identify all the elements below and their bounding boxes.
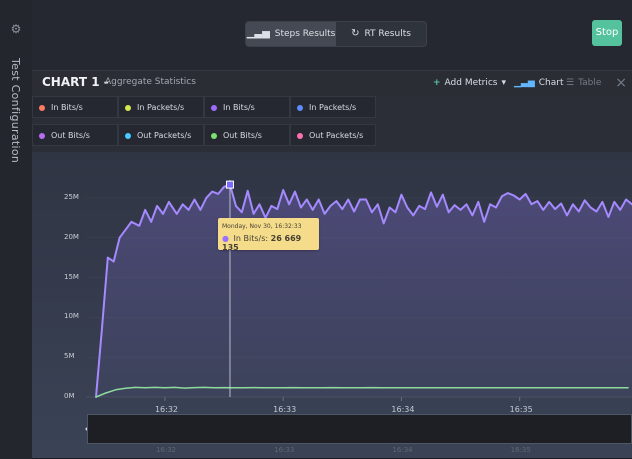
y-tick-label: 25M [64,192,79,201]
x-tick-label: 16:35 [509,405,533,414]
y-tick-label: 10M [64,312,79,321]
time-range-overview[interactable] [87,414,632,444]
x-tick-label: 16:32 [154,405,178,414]
overview-tick-label: 16:34 [392,446,413,454]
y-tick-label: 0M [64,392,75,400]
hover-tooltip: Monday, Nov 30, 16:32:33 ● In Bits/s: 26… [218,218,319,252]
overview-tick-label: 16:32 [155,446,177,454]
tooltip-dot-icon: ● [222,234,229,243]
tooltip-value-line: ● In Bits/s: 26 669 135 [222,234,319,252]
tooltip-series-label: In Bits/s: [233,234,269,243]
overview-tick-label: 16:35 [510,446,531,454]
chart-series-layer [94,180,632,398]
chart-axes [164,397,521,401]
y-tick-label: 20M [64,232,79,241]
tooltip-date: Monday, Nov 30, 16:32:33 [222,223,302,230]
y-tick-label: 5M [64,352,75,361]
x-tick-label: 16:34 [391,405,415,414]
in-bits-area [94,184,632,397]
overview-tick-label: 16:33 [274,446,295,454]
hover-point [225,180,234,189]
x-tick-label: 16:33 [273,405,297,414]
y-tick-label: 15M [64,272,79,281]
